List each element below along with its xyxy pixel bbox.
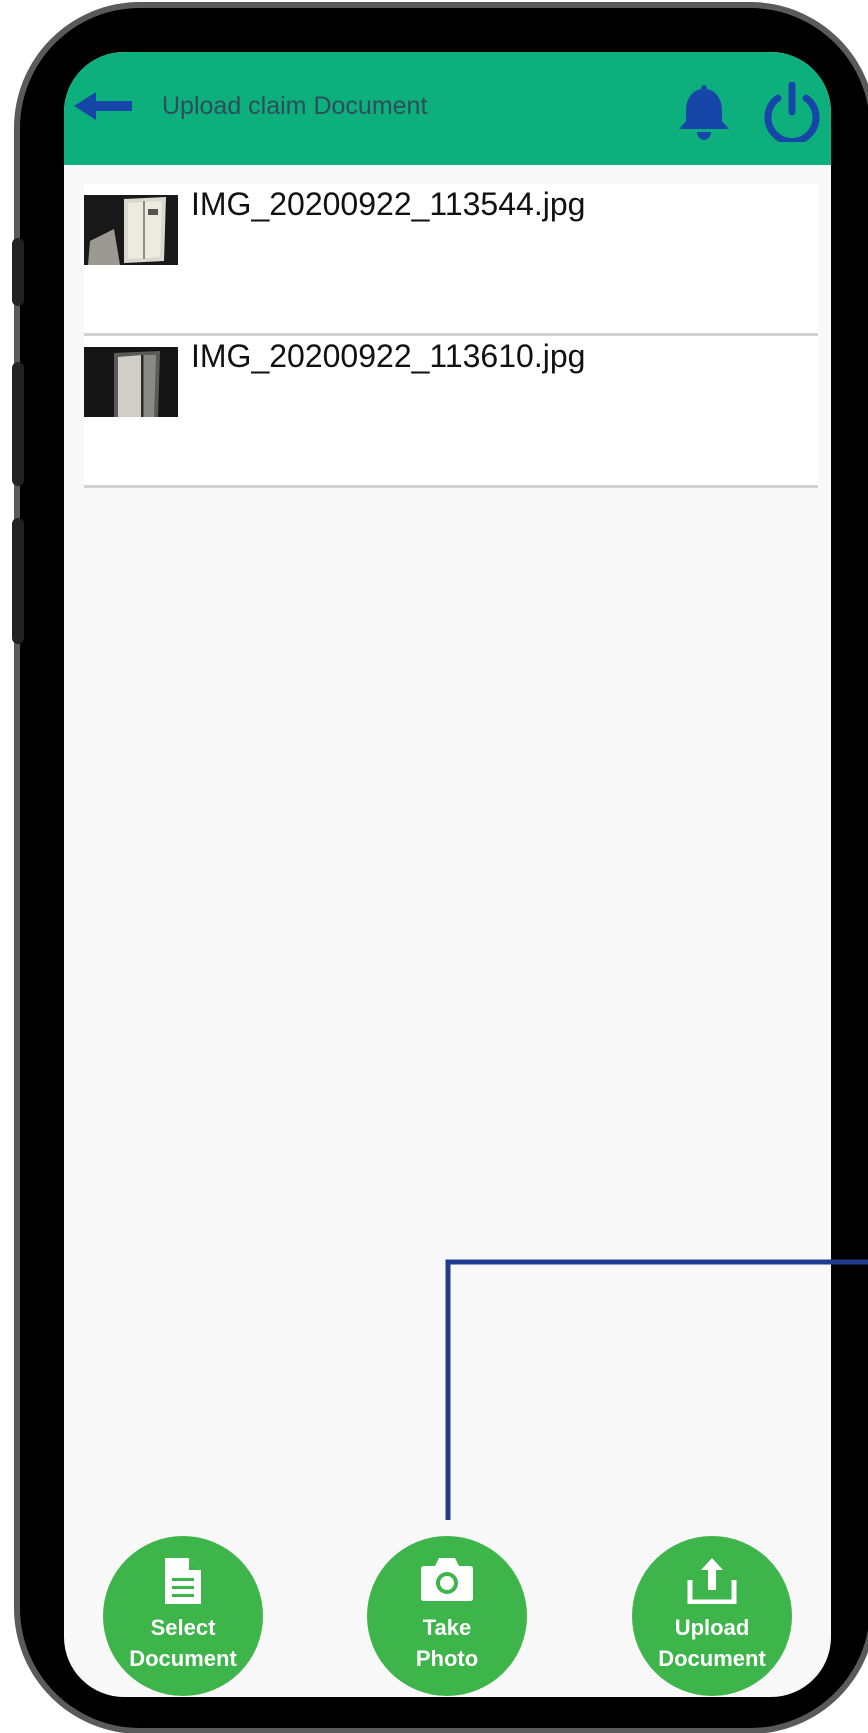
file-list: IMG_20200922_113544.jpg IMG_20200922_113… — [84, 184, 818, 488]
list-item[interactable]: IMG_20200922_113610.jpg — [84, 336, 818, 488]
app-header: Upload claim Document — [64, 52, 831, 165]
list-item[interactable]: IMG_20200922_113544.jpg — [84, 184, 818, 336]
document-icon — [165, 1558, 201, 1604]
phone-side-button — [12, 362, 24, 486]
file-name: IMG_20200922_113544.jpg — [191, 186, 586, 222]
select-document-label: Select Document — [129, 1615, 237, 1671]
page-title: Upload claim Document — [162, 92, 428, 120]
take-photo-label: Take Photo — [415, 1615, 479, 1671]
file-name: IMG_20200922_113610.jpg — [191, 338, 586, 374]
upload-icon — [687, 1558, 737, 1604]
file-thumbnail — [84, 347, 178, 417]
phone-side-button — [12, 238, 24, 306]
upload-document-button[interactable]: Upload Document — [632, 1536, 792, 1696]
bell-icon[interactable] — [675, 81, 733, 141]
take-photo-button[interactable]: Take Photo — [367, 1536, 527, 1696]
arrow-left-icon[interactable] — [74, 90, 134, 122]
app-screen: Upload claim Document IMG_20200922_11354… — [64, 52, 831, 1697]
power-icon[interactable] — [761, 82, 823, 142]
select-document-button[interactable]: Select Document — [103, 1536, 263, 1696]
file-thumbnail — [84, 195, 178, 265]
upload-document-label: Upload Document — [658, 1615, 766, 1671]
phone-side-button — [12, 518, 24, 644]
camera-icon — [421, 1558, 473, 1601]
